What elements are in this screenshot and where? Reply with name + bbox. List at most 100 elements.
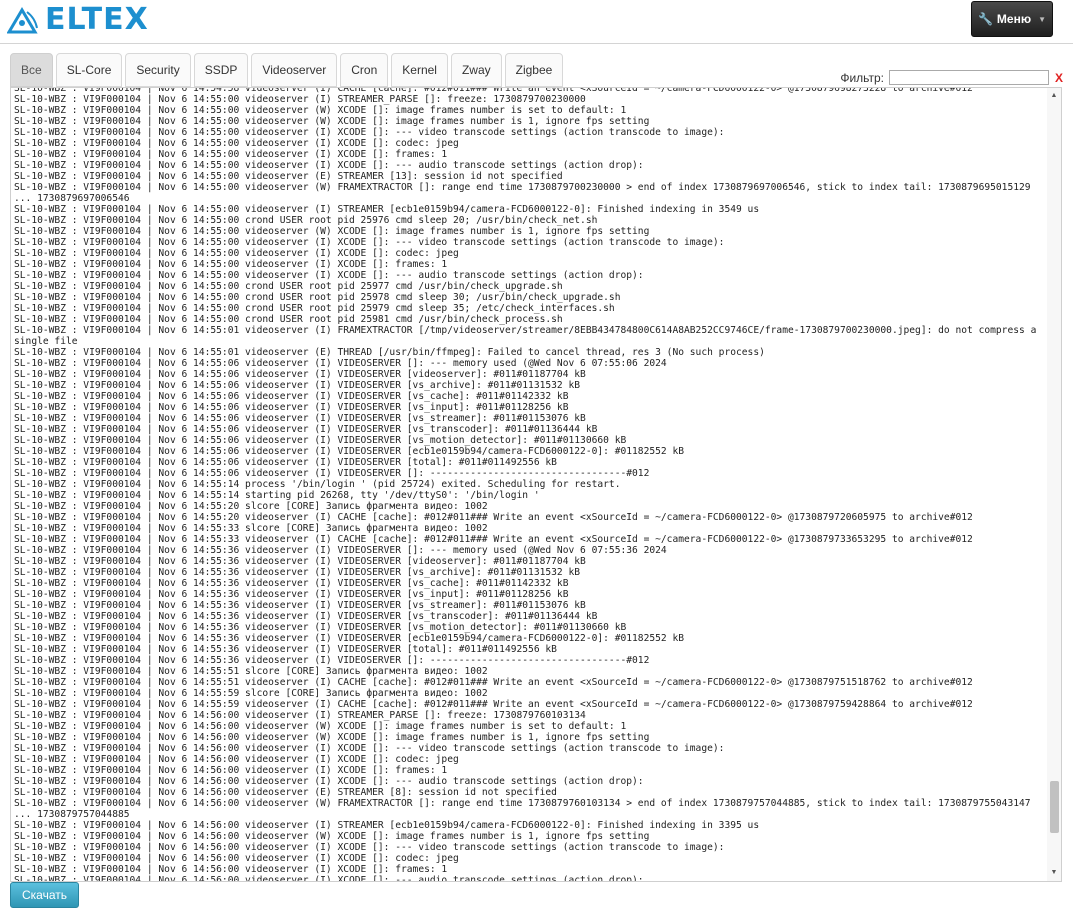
log-line: SL-10-WBZ : VI9F000104 | Nov 6 14:55:36 … xyxy=(14,578,569,589)
menu-button[interactable]: 🔧 Меню ▼ xyxy=(971,1,1053,37)
tab-label: Zway xyxy=(461,63,491,77)
log-line: SL-10-WBZ : VI9F000104 | Nov 6 14:56:00 … xyxy=(14,732,650,743)
log-line: SL-10-WBZ : VI9F000104 | Nov 6 14:55:00 … xyxy=(14,226,650,237)
log-line: SL-10-WBZ : VI9F000104 | Nov 6 14:56:00 … xyxy=(14,776,644,787)
log-line: SL-10-WBZ : VI9F000104 | Nov 6 14:55:00 … xyxy=(14,259,448,270)
tab-videoserver[interactable]: Videoserver xyxy=(251,53,338,87)
log-line: SL-10-WBZ : VI9F000104 | Nov 6 14:55:00 … xyxy=(14,204,760,215)
log-line: SL-10-WBZ : VI9F000104 | Nov 6 14:55:01 … xyxy=(14,347,765,358)
log-line: SL-10-WBZ : VI9F000104 | Nov 6 14:56:00 … xyxy=(14,875,644,882)
tab-zway[interactable]: Zway xyxy=(450,53,502,87)
log-line: SL-10-WBZ : VI9F000104 | Nov 6 14:56:00 … xyxy=(14,743,725,754)
tab-label: Kernel xyxy=(402,63,437,77)
scrollbar-thumb[interactable] xyxy=(1050,781,1059,833)
log-line: SL-10-WBZ : VI9F000104 | Nov 6 14:55:00 … xyxy=(14,270,644,281)
log-line: SL-10-WBZ : VI9F000104 | Nov 6 14:55:06 … xyxy=(14,369,586,380)
tab-security[interactable]: Security xyxy=(125,53,191,87)
log-line: SL-10-WBZ : VI9F000104 | Nov 6 14:56:00 … xyxy=(14,798,1037,820)
tab-cron[interactable]: Cron xyxy=(340,53,389,87)
log-line: SL-10-WBZ : VI9F000104 | Nov 6 14:55:00 … xyxy=(14,237,725,248)
log-line: SL-10-WBZ : VI9F000104 | Nov 6 14:56:00 … xyxy=(14,754,459,765)
caret-down-icon: ▼ xyxy=(1038,14,1047,24)
log-line: SL-10-WBZ : VI9F000104 | Nov 6 14:55:00 … xyxy=(14,292,621,303)
log-line: SL-10-WBZ : VI9F000104 | Nov 6 14:55:06 … xyxy=(14,424,598,435)
log-line: SL-10-WBZ : VI9F000104 | Nov 6 14:55:51 … xyxy=(14,666,488,677)
log-line: SL-10-WBZ : VI9F000104 | Nov 6 14:55:36 … xyxy=(14,556,586,567)
log-line: SL-10-WBZ : VI9F000104 | Nov 6 14:56:00 … xyxy=(14,831,650,842)
log-line: SL-10-WBZ : VI9F000104 | Nov 6 14:55:00 … xyxy=(14,248,459,259)
log-line: SL-10-WBZ : VI9F000104 | Nov 6 14:55:36 … xyxy=(14,611,598,622)
menu-button-label: Меню xyxy=(996,12,1032,26)
filter-label: Фильтр: xyxy=(840,70,884,85)
log-line: SL-10-WBZ : VI9F000104 | Nov 6 14:55:36 … xyxy=(14,644,557,655)
eltex-logo-icon xyxy=(7,7,38,34)
log-line: SL-10-WBZ : VI9F000104 | Nov 6 14:56:00 … xyxy=(14,864,448,875)
log-scrollbar[interactable]: ▲ ▼ xyxy=(1047,88,1061,881)
filter-input[interactable] xyxy=(888,70,1049,85)
download-button[interactable]: Скачать xyxy=(10,882,79,908)
log-line: SL-10-WBZ : VI9F000104 | Nov 6 14:55:06 … xyxy=(14,435,627,446)
log-line: SL-10-WBZ : VI9F000104 | Nov 6 14:55:00 … xyxy=(14,182,1037,204)
tab-sl-core[interactable]: SL-Core xyxy=(55,53,123,87)
log-line: SL-10-WBZ : VI9F000104 | Nov 6 14:55:00 … xyxy=(14,215,598,226)
log-viewer[interactable]: SL-10-WBZ : VI9F000104 | Nov 6 14:54:58 … xyxy=(10,87,1062,882)
log-line: SL-10-WBZ : VI9F000104 | Nov 6 14:55:36 … xyxy=(14,567,581,578)
log-line: SL-10-WBZ : VI9F000104 | Nov 6 14:55:20 … xyxy=(14,512,973,523)
log-line: SL-10-WBZ : VI9F000104 | Nov 6 14:55:36 … xyxy=(14,600,586,611)
tab-label: Security xyxy=(136,63,180,77)
log-line: SL-10-WBZ : VI9F000104 | Nov 6 14:56:00 … xyxy=(14,721,627,732)
log-line: SL-10-WBZ : VI9F000104 | Nov 6 14:55:00 … xyxy=(14,138,459,149)
log-line: SL-10-WBZ : VI9F000104 | Nov 6 14:56:00 … xyxy=(14,820,760,831)
log-line: SL-10-WBZ : VI9F000104 | Nov 6 14:56:00 … xyxy=(14,787,557,798)
log-line: SL-10-WBZ : VI9F000104 | Nov 6 14:55:06 … xyxy=(14,380,581,391)
log-line: SL-10-WBZ : VI9F000104 | Nov 6 14:55:00 … xyxy=(14,105,627,116)
log-line: SL-10-WBZ : VI9F000104 | Nov 6 14:55:00 … xyxy=(14,171,563,182)
log-tabs: Все SL-Core Security SSDP Videoserver Cr… xyxy=(10,53,564,87)
log-line: SL-10-WBZ : VI9F000104 | Nov 6 14:55:00 … xyxy=(14,281,563,292)
tab-label: Все xyxy=(21,63,42,77)
filter-bar: Фильтр: X xyxy=(840,70,1063,85)
filter-clear-button[interactable]: X xyxy=(1055,71,1063,85)
eltex-logo[interactable]: ELTEX xyxy=(7,5,149,35)
log-line: SL-10-WBZ : VI9F000104 | Nov 6 14:56:00 … xyxy=(14,765,448,776)
log-line: SL-10-WBZ : VI9F000104 | Nov 6 14:55:33 … xyxy=(14,523,488,534)
header: ELTEX 🔧 Меню ▼ xyxy=(0,0,1073,44)
log-line: SL-10-WBZ : VI9F000104 | Nov 6 14:56:00 … xyxy=(14,853,459,864)
log-line: SL-10-WBZ : VI9F000104 | Nov 6 14:55:36 … xyxy=(14,655,650,666)
log-line: SL-10-WBZ : VI9F000104 | Nov 6 14:55:14 … xyxy=(14,490,540,501)
scroll-down-icon[interactable]: ▼ xyxy=(1047,867,1061,879)
tab-all[interactable]: Все xyxy=(10,53,53,87)
log-line: SL-10-WBZ : VI9F000104 | Nov 6 14:55:51 … xyxy=(14,677,973,688)
log-line: SL-10-WBZ : VI9F000104 | Nov 6 14:55:59 … xyxy=(14,699,973,710)
log-line: SL-10-WBZ : VI9F000104 | Nov 6 14:55:06 … xyxy=(14,391,569,402)
log-content: SL-10-WBZ : VI9F000104 | Nov 6 14:54:58 … xyxy=(14,88,1045,882)
log-line: SL-10-WBZ : VI9F000104 | Nov 6 14:55:20 … xyxy=(14,501,488,512)
tab-label: SL-Core xyxy=(66,63,112,77)
log-line: SL-10-WBZ : VI9F000104 | Nov 6 14:56:00 … xyxy=(14,710,586,721)
log-line: SL-10-WBZ : VI9F000104 | Nov 6 14:55:33 … xyxy=(14,534,973,545)
log-line: SL-10-WBZ : VI9F000104 | Nov 6 14:55:59 … xyxy=(14,688,488,699)
log-line: SL-10-WBZ : VI9F000104 | Nov 6 14:55:01 … xyxy=(14,325,1043,347)
log-line: SL-10-WBZ : VI9F000104 | Nov 6 14:55:00 … xyxy=(14,127,725,138)
log-line: SL-10-WBZ : VI9F000104 | Nov 6 14:55:00 … xyxy=(14,149,448,160)
log-line: SL-10-WBZ : VI9F000104 | Nov 6 14:55:00 … xyxy=(14,160,644,171)
tab-label: Zigbee xyxy=(515,63,553,77)
log-line: SL-10-WBZ : VI9F000104 | Nov 6 14:55:36 … xyxy=(14,589,569,600)
tab-ssdp[interactable]: SSDP xyxy=(193,53,249,87)
log-line: SL-10-WBZ : VI9F000104 | Nov 6 14:55:00 … xyxy=(14,314,563,325)
logo-text: ELTEX xyxy=(45,2,149,37)
download-button-label: Скачать xyxy=(22,888,67,902)
log-line: SL-10-WBZ : VI9F000104 | Nov 6 14:55:06 … xyxy=(14,468,650,479)
log-line: SL-10-WBZ : VI9F000104 | Nov 6 14:55:06 … xyxy=(14,446,685,457)
log-line: SL-10-WBZ : VI9F000104 | Nov 6 14:56:00 … xyxy=(14,842,725,853)
log-line: SL-10-WBZ : VI9F000104 | Nov 6 14:55:36 … xyxy=(14,622,627,633)
log-line: SL-10-WBZ : VI9F000104 | Nov 6 14:55:06 … xyxy=(14,413,586,424)
scroll-up-icon[interactable]: ▲ xyxy=(1047,90,1061,102)
wrench-screwdriver-icon: 🔧 xyxy=(977,12,993,26)
log-line: SL-10-WBZ : VI9F000104 | Nov 6 14:55:00 … xyxy=(14,116,650,127)
tab-label: SSDP xyxy=(204,63,238,77)
log-line: SL-10-WBZ : VI9F000104 | Nov 6 14:55:36 … xyxy=(14,545,667,556)
tab-kernel[interactable]: Kernel xyxy=(391,53,448,87)
tab-zigbee[interactable]: Zigbee xyxy=(504,53,564,87)
log-line: SL-10-WBZ : VI9F000104 | Nov 6 14:55:00 … xyxy=(14,303,615,314)
